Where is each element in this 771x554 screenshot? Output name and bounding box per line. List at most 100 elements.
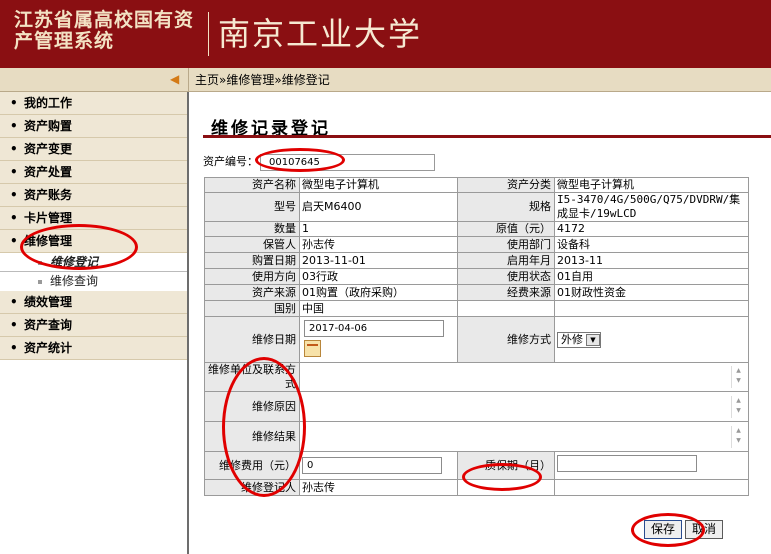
asset-source-value: 01购置（政府采购） xyxy=(299,284,458,301)
field-label: 启用年月 xyxy=(457,252,555,269)
sidebar-subitem-label: 维修登记 xyxy=(50,255,99,269)
asset-category-value: 微型电子计算机 xyxy=(554,177,749,193)
field-label: 购置日期 xyxy=(204,252,300,269)
asset-repair-form: 资产名称 微型电子计算机 资产分类 微型电子计算机 型号 启天M6400 规格 … xyxy=(204,177,749,496)
textarea-scrollbar[interactable]: ▲ ▼ xyxy=(731,395,745,418)
field-label: 维修结果 xyxy=(204,421,300,452)
field-label: 经费来源 xyxy=(457,284,555,301)
repair-cost-input[interactable]: 0 xyxy=(302,457,442,474)
repair-result-cell: ▲ ▼ xyxy=(299,421,749,452)
app-window: 江苏省属高校国有资产管理系统 南京工业大学 ◀ 主页»维修管理»维修登记 • 我的… xyxy=(0,0,771,554)
header-divider xyxy=(208,12,209,56)
asset-number-row: 资产编号： 00107645 xyxy=(203,153,435,171)
repair-date-input[interactable]: 2017-04-06 xyxy=(304,320,444,337)
field-label: 型号 xyxy=(204,192,300,222)
empty-cell xyxy=(554,479,749,496)
repair-unit-textarea[interactable]: ▲ ▼ xyxy=(302,365,746,389)
breadcrumb-separator: » xyxy=(274,73,282,87)
sidebar-item-label: 卡片管理 xyxy=(24,211,73,225)
sidebar-subitem-repair-register[interactable]: 维修登记 xyxy=(0,253,187,272)
fund-source-value: 01财政性资金 xyxy=(554,284,749,301)
bullet-icon: • xyxy=(10,211,18,225)
asset-number-label: 资产编号： xyxy=(203,155,258,168)
repair-mode-cell: 外修 ▼ xyxy=(554,316,749,363)
system-name: 江苏省属高校国有资产管理系统 xyxy=(14,9,195,52)
sidebar-item-asset-disposal[interactable]: • 资产处置 xyxy=(0,161,187,184)
sidebar-item-label: 资产统计 xyxy=(24,341,73,355)
bullet-icon xyxy=(38,261,42,265)
sidebar-item-asset-change[interactable]: • 资产变更 xyxy=(0,138,187,161)
breadcrumb-divider xyxy=(188,68,189,92)
cancel-button[interactable]: 取消 xyxy=(685,520,724,539)
department-value: 设备科 xyxy=(554,236,749,253)
usage-status-value: 01自用 xyxy=(554,268,749,285)
original-value: 4172 xyxy=(554,221,749,237)
field-label: 维修费用（元） xyxy=(204,451,300,480)
textarea-scrollbar[interactable]: ▲ ▼ xyxy=(731,425,745,448)
bullet-icon: • xyxy=(10,119,18,133)
field-label: 数量 xyxy=(204,221,300,237)
field-label: 维修登记人 xyxy=(204,479,300,496)
breadcrumb-bar: ◀ 主页»维修管理»维修登记 xyxy=(0,68,771,92)
sidebar-item-asset-query[interactable]: • 资产查询 xyxy=(0,314,187,337)
field-label: 保管人 xyxy=(204,236,300,253)
sidebar-item-performance[interactable]: • 绩效管理 xyxy=(0,291,187,314)
sidebar-item-label: 绩效管理 xyxy=(24,295,73,309)
registrant-value: 孙志传 xyxy=(299,479,458,496)
field-label: 使用状态 xyxy=(457,268,555,285)
country-value: 中国 xyxy=(299,300,458,317)
empty-cell xyxy=(457,479,555,496)
field-label: 使用部门 xyxy=(457,236,555,253)
sidebar-item-asset-purchase[interactable]: • 资产购置 xyxy=(0,115,187,138)
collapse-sidebar-icon[interactable]: ◀ xyxy=(170,73,184,85)
save-button[interactable]: 保存 xyxy=(644,520,683,539)
asset-number-input[interactable]: 00107645 xyxy=(260,153,435,171)
bullet-icon: • xyxy=(10,341,18,355)
sidebar-item-repair-management[interactable]: • 维修管理 xyxy=(0,230,187,253)
repair-result-textarea[interactable]: ▲ ▼ xyxy=(302,424,746,449)
empty-cell xyxy=(457,300,555,317)
calendar-icon[interactable] xyxy=(304,340,321,357)
field-label: 使用方向 xyxy=(204,268,300,285)
repair-reason-textarea[interactable]: ▲ ▼ xyxy=(302,394,746,419)
quantity-value: 1 xyxy=(299,221,458,237)
form-actions: 保存 取消 xyxy=(644,520,726,539)
field-label: 规格 xyxy=(457,192,555,222)
repair-mode-select[interactable]: 外修 ▼ xyxy=(557,331,601,348)
sidebar-item-label: 资产处置 xyxy=(24,165,73,179)
field-label: 资产来源 xyxy=(204,284,300,301)
warranty-input[interactable] xyxy=(557,455,697,472)
warranty-cell xyxy=(554,451,749,480)
bullet-icon: • xyxy=(10,295,18,309)
breadcrumb-section[interactable]: 维修管理 xyxy=(226,73,274,87)
field-label: 质保期（月） xyxy=(457,451,555,480)
asset-model-value: 启天M6400 xyxy=(299,192,458,222)
sidebar-item-asset-accounts[interactable]: • 资产账务 xyxy=(0,184,187,207)
field-label: 维修日期 xyxy=(204,316,300,363)
university-name: 南京工业大学 xyxy=(218,15,423,53)
field-label: 原值（元） xyxy=(457,221,555,237)
repair-mode-value: 外修 xyxy=(561,332,583,346)
field-label: 资产分类 xyxy=(457,177,555,193)
bullet-icon: • xyxy=(10,318,18,332)
usage-direction-value: 03行政 xyxy=(299,268,458,285)
textarea-scrollbar[interactable]: ▲ ▼ xyxy=(731,366,745,388)
breadcrumb-home[interactable]: 主页 xyxy=(195,73,219,87)
app-header: 江苏省属高校国有资产管理系统 南京工业大学 xyxy=(0,0,771,68)
asset-name-value: 微型电子计算机 xyxy=(299,177,458,193)
main-content: 维修记录登记 资产编号： 00107645 资产名称 微型电子计算机 资产分类 微… xyxy=(191,92,771,554)
sidebar-item-my-work[interactable]: • 我的工作 xyxy=(0,92,187,115)
field-label: 维修原因 xyxy=(204,391,300,422)
title-underline xyxy=(203,135,771,138)
start-month-value: 2013-11 xyxy=(554,252,749,269)
field-label: 维修方式 xyxy=(457,316,555,363)
sidebar-item-card-management[interactable]: • 卡片管理 xyxy=(0,207,187,230)
sidebar-subitem-repair-query[interactable]: 维修查询 xyxy=(0,272,187,291)
repair-reason-cell: ▲ ▼ xyxy=(299,391,749,422)
repair-unit-cell: ▲ ▼ xyxy=(299,362,749,392)
sidebar-item-label: 维修管理 xyxy=(24,234,73,248)
repair-date-cell: 2017-04-06 xyxy=(299,316,458,363)
sidebar-item-asset-statistics[interactable]: • 资产统计 xyxy=(0,337,187,360)
asset-spec-value: I5-3470/4G/500G/Q75/DVDRW/集成显卡/19wLCD xyxy=(554,192,749,222)
empty-cell xyxy=(554,300,749,317)
